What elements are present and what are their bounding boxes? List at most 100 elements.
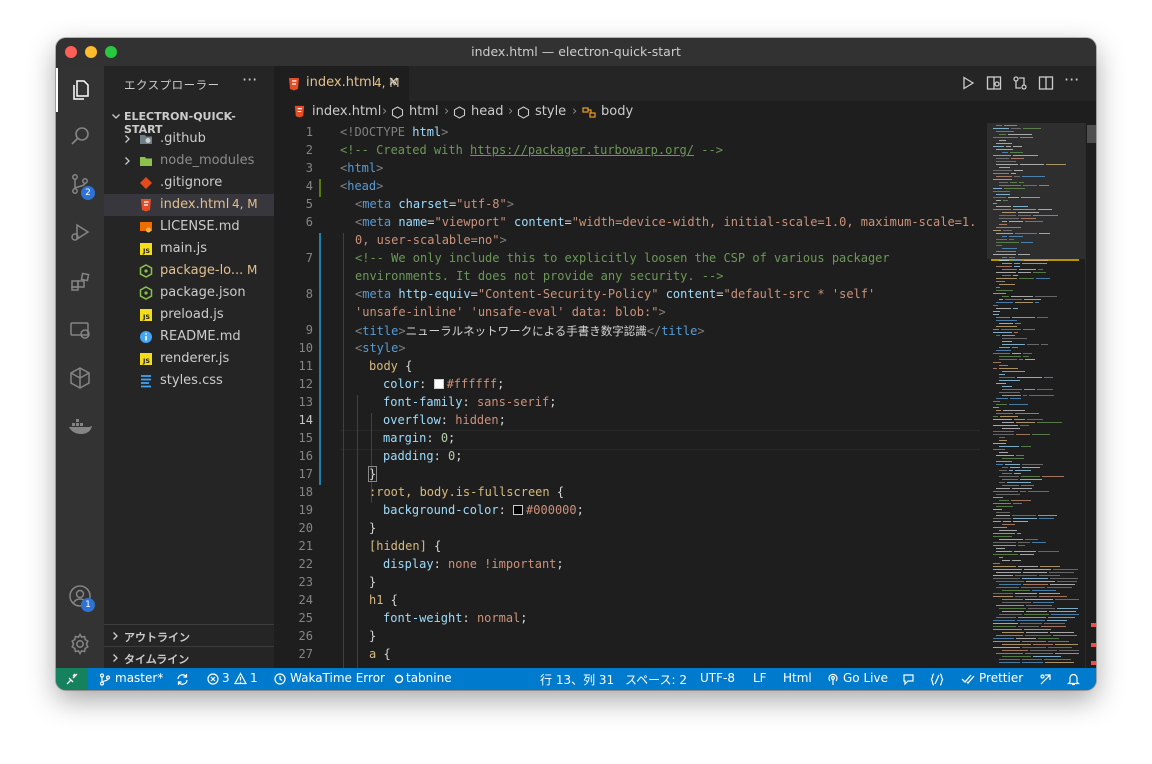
tabnine-status[interactable]: tabnine bbox=[406, 671, 452, 685]
packager-activity-button[interactable] bbox=[56, 356, 104, 400]
minimap-line bbox=[1039, 518, 1054, 519]
file-name: package-lo... bbox=[160, 263, 244, 278]
bell-icon[interactable] bbox=[1067, 672, 1080, 686]
info-file-icon bbox=[140, 331, 152, 343]
minimap-line bbox=[993, 449, 1005, 450]
tree-item-gitignore[interactable]: .gitignore bbox=[104, 172, 274, 194]
tree-item-node-modules[interactable]: node_modules bbox=[104, 150, 274, 172]
minimap-line bbox=[996, 548, 1005, 549]
tree-item-main-js[interactable]: JS main.js bbox=[104, 238, 274, 260]
tree-item-renderer-js[interactable]: JS renderer.js bbox=[104, 348, 274, 370]
braces-icon[interactable] bbox=[930, 673, 944, 686]
tree-item-index-html[interactable]: index.html 4, M bbox=[104, 194, 274, 216]
warning-count[interactable]: 1 bbox=[250, 671, 258, 685]
error-count[interactable]: 3 bbox=[222, 671, 230, 685]
prettier-button[interactable]: Prettier bbox=[979, 671, 1023, 685]
docker-activity-button[interactable] bbox=[56, 404, 104, 448]
minimap-line bbox=[1023, 329, 1035, 330]
minimap-line bbox=[999, 380, 1020, 381]
accounts-activity-button[interactable]: 1 bbox=[56, 574, 104, 618]
tree-item-github[interactable]: .github bbox=[104, 128, 274, 150]
minimap-line bbox=[1047, 587, 1072, 588]
language-mode[interactable]: Html bbox=[783, 671, 812, 685]
tree-item-readme[interactable]: README.md bbox=[104, 326, 274, 348]
split-editor-icon[interactable] bbox=[1038, 75, 1054, 91]
color-swatch-black[interactable] bbox=[513, 505, 524, 515]
tree-item-styles-css[interactable]: styles.css bbox=[104, 370, 274, 392]
tab-index-html[interactable]: index.html 4, M ✕ bbox=[275, 66, 409, 101]
scrollbar-thumb[interactable] bbox=[1087, 125, 1096, 143]
minimap[interactable] bbox=[987, 123, 1085, 668]
source-control-activity-button[interactable]: 2 bbox=[56, 162, 104, 206]
tab-close-button[interactable]: ✕ bbox=[388, 75, 399, 90]
remote-explorer-activity-button[interactable] bbox=[56, 308, 104, 352]
minimap-line bbox=[993, 314, 999, 315]
cursor-position[interactable]: 行 13、列 31 bbox=[540, 671, 614, 688]
minimap-line bbox=[993, 563, 1000, 564]
compare-changes-icon[interactable] bbox=[1012, 75, 1028, 91]
tree-item-preload-js[interactable]: JS preload.js bbox=[104, 304, 274, 326]
breadcrumb: index.html › html › head › style › body bbox=[275, 101, 1096, 123]
minimap-line bbox=[993, 518, 1011, 519]
open-preview-icon[interactable] bbox=[986, 75, 1002, 91]
vertical-scrollbar[interactable] bbox=[1085, 123, 1096, 668]
breadcrumb-item-file[interactable]: index.html bbox=[312, 104, 381, 119]
broadcast-icon bbox=[828, 673, 838, 685]
breadcrumb-item-style[interactable]: style bbox=[535, 104, 566, 119]
more-actions-button[interactable]: ··· bbox=[1064, 70, 1079, 89]
file-name: .github bbox=[160, 131, 206, 146]
minimap-line bbox=[1023, 185, 1037, 186]
tree-item-package-lock[interactable]: package-lo... M bbox=[104, 260, 274, 282]
breadcrumb-item-html[interactable]: html bbox=[409, 104, 439, 119]
timeline-section-header[interactable]: タイムライン bbox=[104, 646, 274, 669]
remote-indicator-button[interactable] bbox=[56, 668, 88, 690]
minimap-line bbox=[1002, 602, 1031, 603]
tree-item-package-json[interactable]: package.json bbox=[104, 282, 274, 304]
manage-activity-button[interactable] bbox=[56, 622, 104, 666]
minimap-line bbox=[996, 272, 1016, 273]
git-branch-button[interactable]: master* bbox=[115, 671, 163, 685]
minimap-line bbox=[996, 200, 1001, 201]
code-line: <meta name="viewport" content="width=dev… bbox=[355, 215, 977, 229]
minimap-line bbox=[996, 245, 1002, 246]
explorer-activity-button[interactable] bbox=[56, 68, 104, 112]
minimap-line bbox=[1021, 197, 1040, 198]
extensions-activity-button[interactable] bbox=[56, 260, 104, 304]
minimap-line bbox=[999, 500, 1009, 501]
outline-section-header[interactable]: アウトライン bbox=[104, 624, 274, 647]
encoding-setting[interactable]: UTF-8 bbox=[700, 671, 735, 685]
indentation-setting[interactable]: スペース: 2 bbox=[625, 671, 687, 688]
color-swatch-white[interactable] bbox=[433, 379, 444, 389]
sync-icon[interactable] bbox=[176, 673, 189, 686]
tree-item-license[interactable]: LICENSE.md bbox=[104, 216, 274, 238]
eol-setting[interactable]: LF bbox=[753, 671, 767, 685]
code-editor[interactable]: 1 2 3 4 5 6 7 8 9 10 11 12 14 13 15 16 1… bbox=[275, 123, 985, 668]
html5-file-icon bbox=[141, 199, 151, 212]
breadcrumb-item-body[interactable]: body bbox=[601, 104, 633, 119]
code-link[interactable]: https://packager.turbowarp.org/ bbox=[470, 143, 694, 157]
line-number: 18 bbox=[298, 485, 313, 499]
minimap-line bbox=[1016, 422, 1035, 423]
minimap-line bbox=[1006, 146, 1011, 147]
minimap-line bbox=[1002, 644, 1031, 645]
run-debug-activity-button[interactable] bbox=[56, 210, 104, 254]
account-feedback-icon[interactable] bbox=[1039, 673, 1052, 686]
minimap-line bbox=[993, 179, 1012, 180]
minimap-line bbox=[1022, 578, 1048, 579]
minimap-line bbox=[999, 167, 1010, 168]
minimap-line bbox=[1050, 584, 1075, 585]
feedback-icon[interactable] bbox=[902, 673, 915, 686]
wakatime-status[interactable]: WakaTime Error bbox=[290, 671, 385, 685]
minimap-line bbox=[999, 359, 1017, 360]
go-live-button[interactable]: Go Live bbox=[843, 671, 888, 685]
run-icon[interactable] bbox=[960, 75, 976, 91]
search-activity-button[interactable] bbox=[56, 114, 104, 158]
breadcrumb-item-head[interactable]: head bbox=[471, 104, 503, 119]
minimap-line bbox=[1013, 209, 1036, 210]
minimap-line bbox=[1001, 329, 1021, 330]
minimap-line bbox=[1021, 242, 1033, 243]
sidebar-more-button[interactable]: ··· bbox=[242, 70, 257, 89]
minimap-line bbox=[993, 128, 1009, 129]
workspace-section-header[interactable]: ELECTRON-QUICK-START bbox=[104, 106, 274, 136]
svg-text:JS: JS bbox=[142, 313, 150, 321]
